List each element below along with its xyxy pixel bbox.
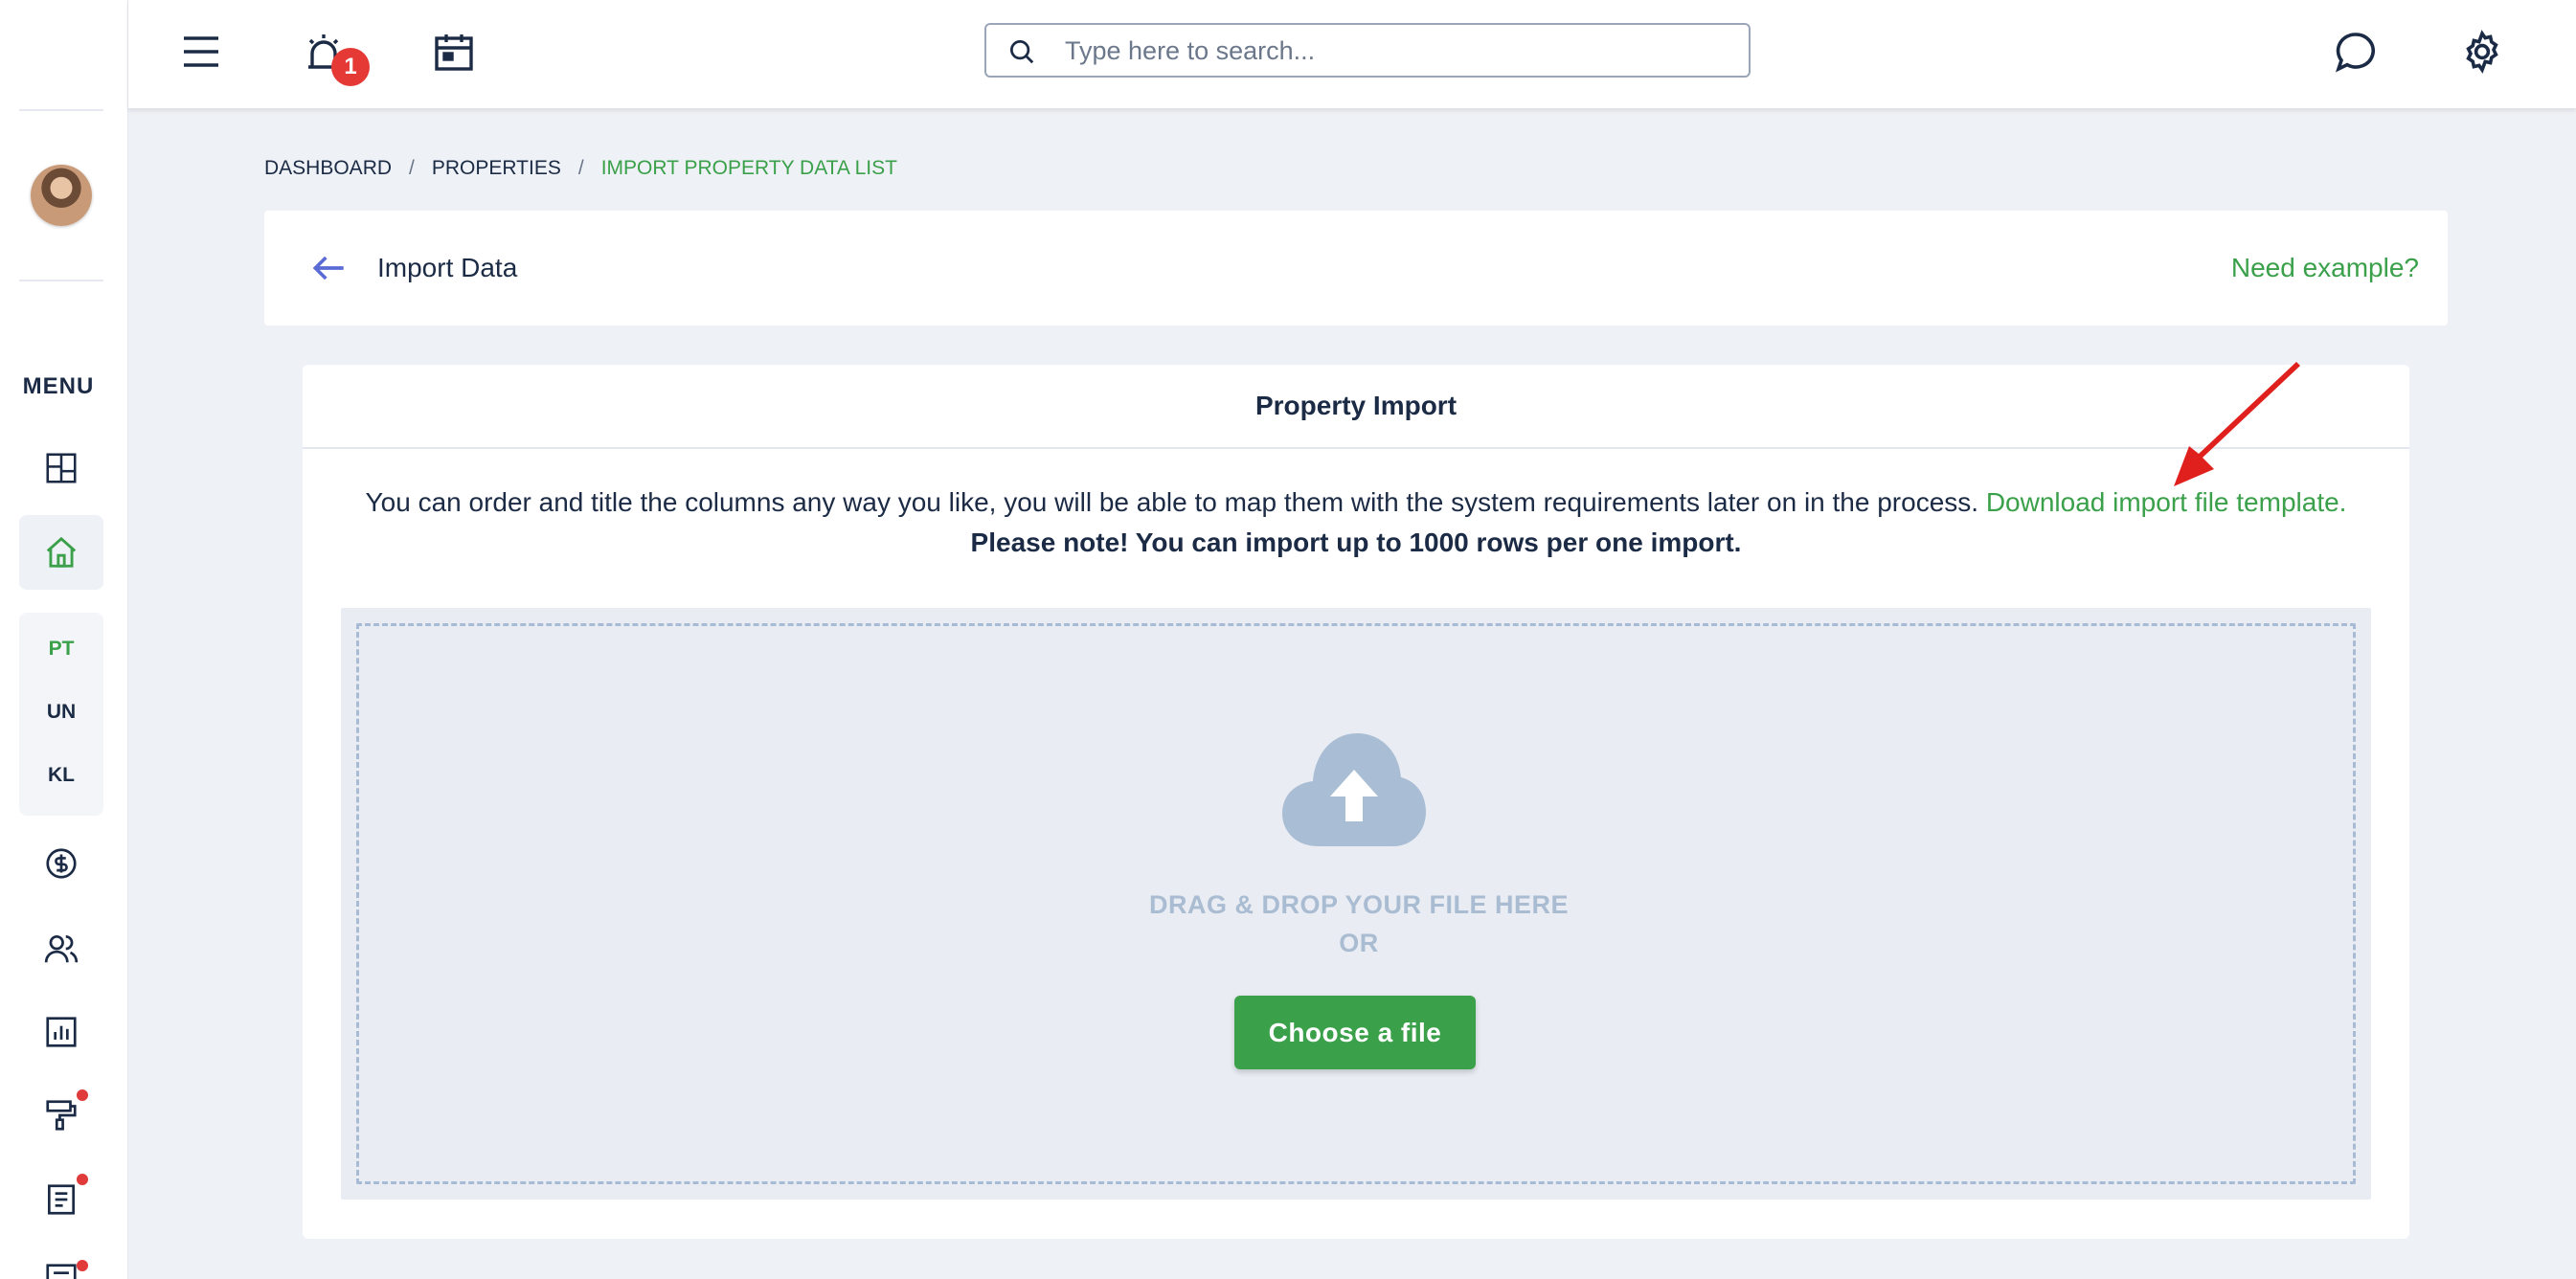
dashboard-icon[interactable]	[36, 443, 86, 493]
need-example-link[interactable]: Need example?	[2231, 253, 2419, 283]
file-drop-zone[interactable]: DRAG & DROP YOUR FILE HERE OR Choose a f…	[341, 608, 2371, 1200]
page-header: Import Data Need example?	[264, 211, 2448, 325]
annotation-arrow-icon	[2174, 362, 2300, 486]
or-text: OR	[1339, 929, 1379, 957]
import-note: Please note! You can import up to 1000 r…	[970, 527, 1742, 557]
breadcrumb-properties[interactable]: PROPERTIES	[432, 157, 561, 180]
notification-dot	[77, 1174, 88, 1185]
chart-icon[interactable]	[36, 1007, 86, 1057]
breadcrumb-separator: /	[409, 157, 415, 179]
topbar: 1	[128, 0, 2576, 109]
page-title: Import Data	[377, 253, 518, 282]
sidebar-item-un[interactable]: UN	[19, 701, 103, 724]
calendar-icon[interactable]	[425, 23, 483, 80]
search-input[interactable]	[1065, 33, 1726, 69]
drop-zone-border: DRAG & DROP YOUR FILE HERE OR Choose a f…	[356, 623, 2356, 1184]
notification-dot	[77, 1089, 88, 1101]
import-card-title: Property Import	[303, 365, 2409, 449]
sidebar-item-kl[interactable]: KL	[19, 764, 103, 787]
notification-badge: 1	[331, 48, 370, 86]
back-arrow-icon[interactable]	[308, 247, 350, 289]
dollar-icon[interactable]	[36, 839, 86, 888]
notification-dot	[77, 1260, 88, 1271]
hamburger-menu-icon[interactable]	[172, 23, 230, 80]
breadcrumb: DASHBOARD / PROPERTIES / IMPORT PROPERTY…	[264, 157, 897, 180]
import-card: Property Import You can order and title …	[303, 365, 2409, 1239]
description-text: You can order and title the columns any …	[365, 487, 1979, 517]
home-icon[interactable]	[36, 527, 86, 577]
import-description: You can order and title the columns any …	[303, 487, 2409, 518]
choose-file-button[interactable]: Choose a file	[1234, 996, 1476, 1069]
chat-icon[interactable]	[2327, 23, 2384, 80]
breadcrumb-current: IMPORT PROPERTY DATA LIST	[600, 157, 897, 179]
sidebar-divider	[19, 109, 103, 111]
menu-label: MENU	[22, 373, 95, 399]
users-icon[interactable]	[36, 924, 86, 974]
breadcrumb-dashboard[interactable]: DASHBOARD	[264, 157, 392, 180]
search-box[interactable]	[984, 23, 1751, 78]
cloud-upload-icon	[1282, 733, 1426, 846]
gear-icon[interactable]	[2453, 23, 2511, 80]
search-icon	[1010, 40, 1034, 64]
breadcrumb-separator: /	[577, 157, 584, 179]
drag-drop-text: DRAG & DROP YOUR FILE HERE	[1148, 890, 1570, 919]
download-template-link[interactable]: Download import file template.	[1986, 487, 2347, 517]
sidebar: MENU PT UN KL	[0, 0, 128, 1279]
sidebar-item-pt[interactable]: PT	[19, 638, 103, 661]
user-avatar[interactable]	[31, 165, 92, 226]
sidebar-divider	[19, 280, 103, 281]
